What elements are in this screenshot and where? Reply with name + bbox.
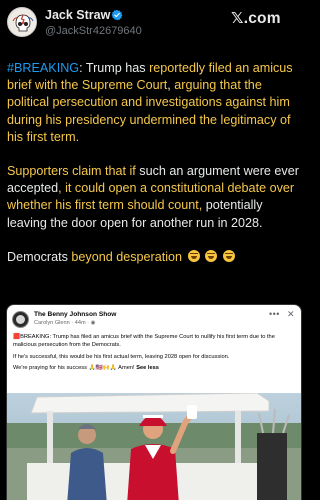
author-avatar[interactable]: [7, 7, 37, 37]
post-meta: Carolyn Glenn · 44m · ◉: [34, 320, 95, 326]
laughing-emoji-icon: [205, 249, 218, 262]
tweet-p3-a: Democrats: [7, 249, 68, 264]
more-options-icon[interactable]: •••: [269, 309, 280, 319]
embedded-facebook-post[interactable]: The Benny Johnson Show Carolyn Glenn · 4…: [6, 304, 302, 500]
grateful-dead-skull-icon: [9, 9, 36, 36]
page-avatar[interactable]: [12, 311, 29, 328]
x-logo-suffix: .com: [243, 10, 281, 27]
tweet-paragraph-2: Supporters claim that if such an argumen…: [7, 163, 303, 232]
tweet-text: #BREAKING: Trump has reportedly filed an…: [7, 60, 303, 283]
tweet-p3-b: beyond desperation: [67, 249, 183, 264]
post-screenshot: Jack Straw @JackStr42679640 𝕏.com #BREAK…: [0, 0, 307, 500]
tweet-p1-a: : Trump has: [79, 61, 150, 75]
author-display-name[interactable]: Jack Straw: [45, 8, 110, 22]
post-header: Jack Straw @JackStr42679640 𝕏.com: [0, 0, 307, 48]
globe-icon: ◉: [90, 320, 96, 326]
author-handle[interactable]: @JackStr42679640: [45, 25, 142, 37]
tweet-paragraph-3: Democrats beyond desperation: [7, 249, 303, 266]
see-less-link[interactable]: See less: [136, 365, 159, 371]
golf-cart-photo-illustration: [7, 393, 301, 500]
tweet-paragraph-1: #BREAKING: Trump has reportedly filed an…: [7, 60, 303, 146]
x-logo-icon: 𝕏: [231, 9, 244, 27]
page-name[interactable]: The Benny Johnson Show: [34, 311, 116, 318]
tweet-p2-a: Supporters claim that if: [7, 164, 140, 179]
close-icon[interactable]: ✕: [287, 309, 295, 320]
embedded-line-2: If he's successful, this would be his fi…: [13, 353, 230, 360]
laughing-emoji-icon: [187, 249, 200, 262]
embedded-line-3-text: We're praying for his success 🙏🇺🇸🙌🙏 Amen…: [13, 365, 137, 371]
embedded-post-text: 🟥BREAKING: Trump has filed an amicus bri…: [13, 333, 295, 376]
post-meta-text: Carolyn Glenn · 44m ·: [34, 320, 91, 326]
laughing-emoji-icon: [222, 249, 235, 262]
golf-cart-photo[interactable]: [7, 393, 301, 500]
embedded-line-3: We're praying for his success 🙏🇺🇸🙌🙏 Amen…: [13, 364, 295, 372]
embedded-line-1: 🟥BREAKING: Trump has filed an amicus bri…: [13, 334, 275, 348]
verified-badge-icon: [111, 9, 123, 21]
x-com-logo: 𝕏.com: [231, 9, 281, 28]
hashtag-breaking[interactable]: #BREAKING: [7, 61, 79, 75]
